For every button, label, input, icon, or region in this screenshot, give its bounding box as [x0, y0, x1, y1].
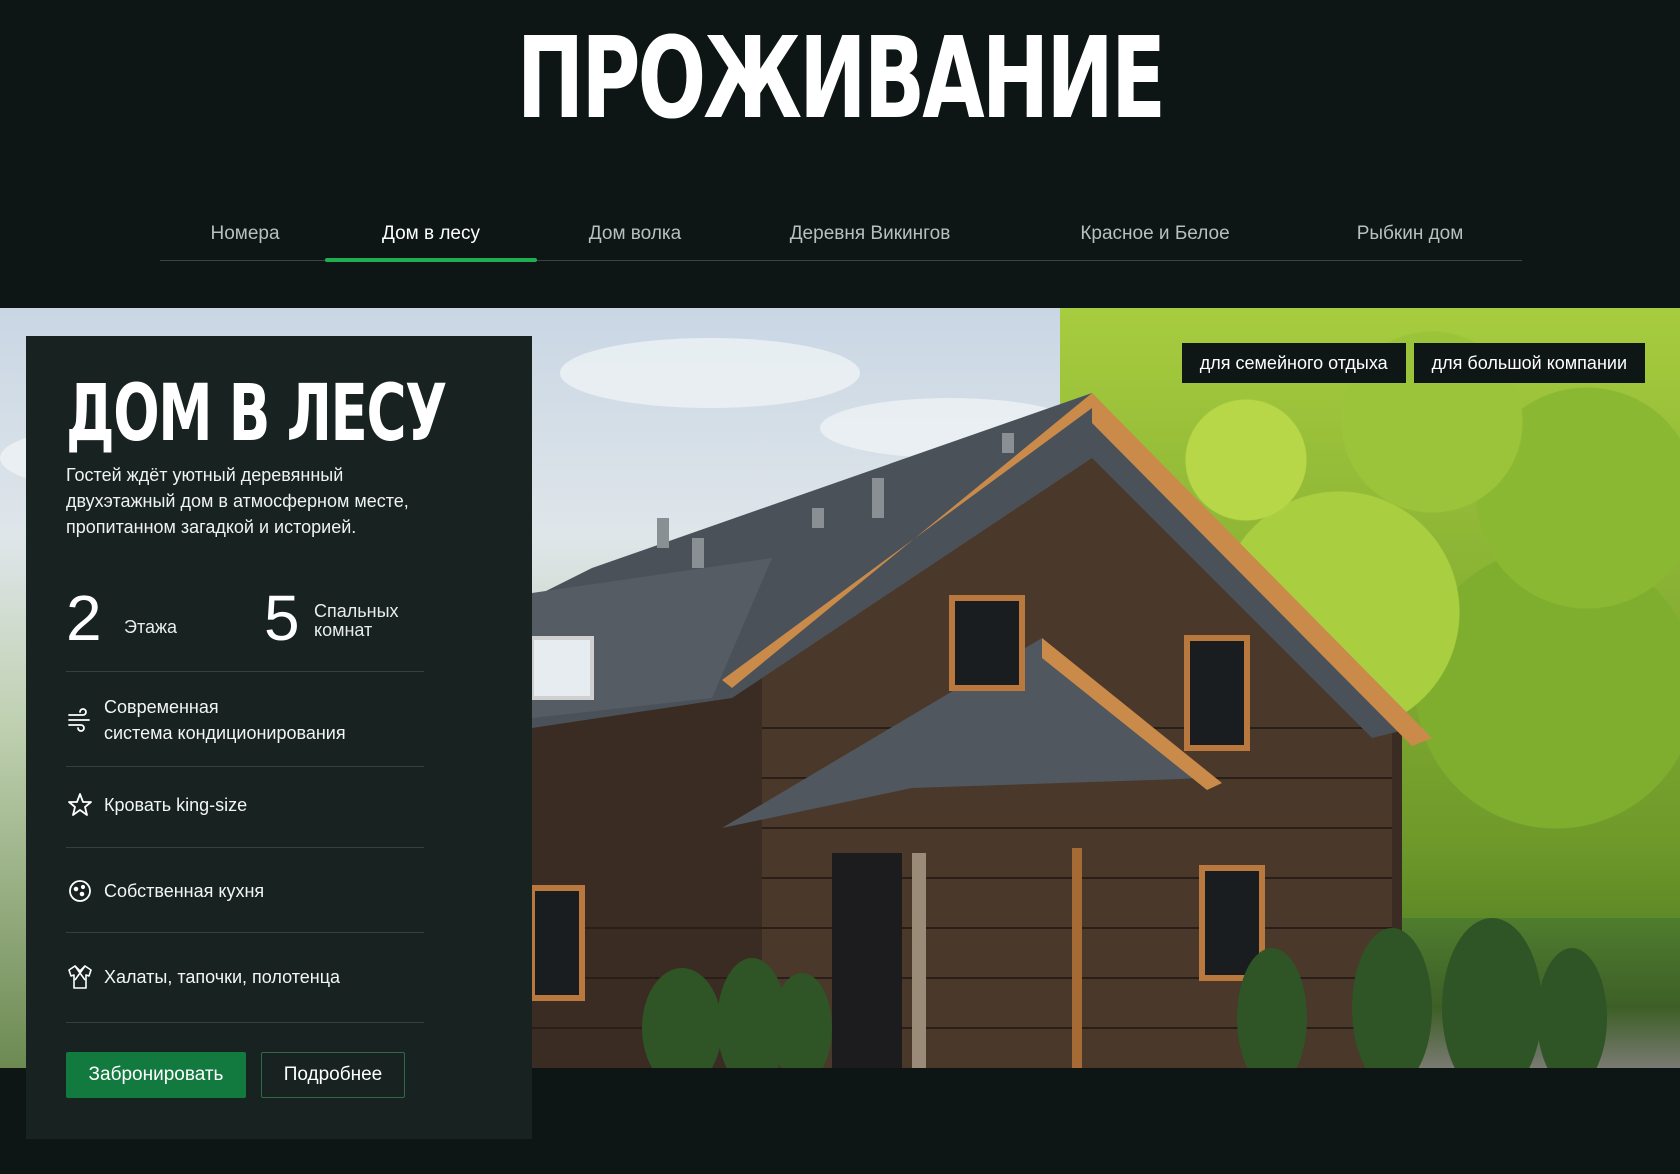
kitchen-icon: [69, 880, 91, 902]
feature-king-bed: Кровать king-size: [66, 791, 247, 819]
bedrooms-value: 5: [264, 582, 300, 654]
page-title: ПРОЖИВАНИЕ: [516, 14, 1166, 144]
floors-value: 2: [66, 582, 102, 654]
tab-forest-house[interactable]: Дом в лесу: [325, 208, 537, 262]
card-title: ДОМ В ЛЕСУ: [66, 369, 447, 459]
tags-group: для семейного отдыха для большой компани…: [1181, 343, 1645, 383]
feature-bathrobes: Халаты, тапочки, полотенца: [66, 963, 340, 991]
tab-viking-village[interactable]: Деревня Викингов: [770, 208, 970, 260]
tab-fish-house[interactable]: Рыбкин дом: [1330, 208, 1490, 260]
divider: [66, 932, 424, 933]
tag-family: для семейного отдыха: [1181, 343, 1406, 383]
divider: [66, 847, 424, 848]
feature-ac-line1: Современная: [104, 697, 219, 717]
bedrooms-label-line1: Спальных: [314, 601, 399, 621]
feature-kitchen-text: Собственная кухня: [104, 881, 265, 901]
card-description: Гостей ждёт уютный деревянный двухэтажны…: [66, 465, 409, 537]
feature-ac-line2: система кондиционирования: [104, 723, 346, 743]
feature-kitchen: Собственная кухня: [66, 877, 264, 905]
bathrobe-icon: [68, 965, 92, 989]
bedrooms-label-line2: комнат: [314, 620, 373, 640]
feature-bathrobes-text: Халаты, тапочки, полотенца: [104, 967, 341, 987]
tab-wolf-house[interactable]: Дом волка: [570, 208, 700, 260]
divider: [66, 1022, 424, 1023]
divider: [66, 766, 424, 767]
star-icon: [68, 793, 92, 816]
more-button[interactable]: Подробнее: [261, 1052, 405, 1098]
divider: [66, 671, 424, 672]
feature-air-conditioning: Современная система кондиционирования: [66, 694, 346, 746]
feature-king-bed-text: Кровать king-size: [104, 795, 248, 815]
floors-label: Этажа: [124, 617, 178, 637]
tab-rooms[interactable]: Номера: [190, 208, 300, 260]
book-button[interactable]: Забронировать: [66, 1052, 246, 1098]
tab-red-and-white[interactable]: Красное и Белое: [1060, 208, 1250, 260]
wooden-house-image: [532, 393, 1607, 1068]
air-conditioning-icon: [68, 708, 90, 732]
tag-big-company: для большой компании: [1413, 343, 1645, 383]
tabs-bar: Номера Дом в лесу Дом волка Деревня Вики…: [160, 208, 1522, 262]
info-card: ДОМ В ЛЕСУ Гостей ждёт уютный деревянный…: [26, 336, 532, 1139]
